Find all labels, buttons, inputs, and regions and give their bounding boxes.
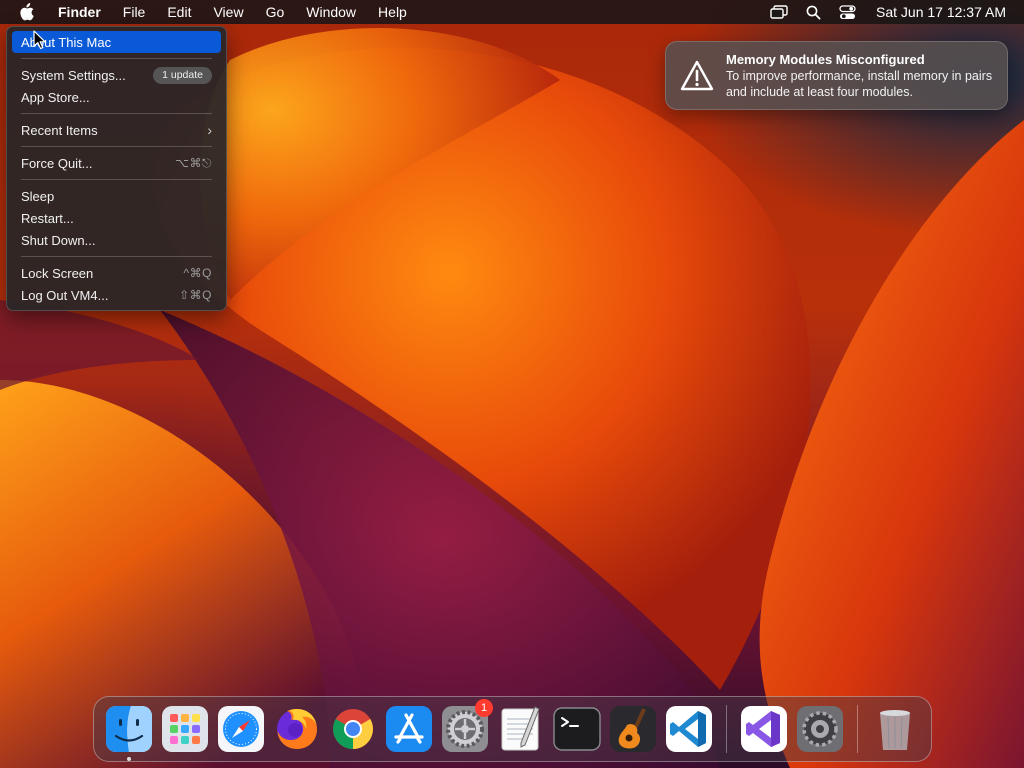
dock-system-settings[interactable]: 1 xyxy=(441,699,493,753)
menu-view[interactable]: View xyxy=(202,1,254,23)
control-center-icon[interactable] xyxy=(830,1,864,23)
visual-studio-icon xyxy=(741,706,787,752)
notification-content: Memory Modules Misconfigured To improve … xyxy=(726,52,995,100)
textedit-icon xyxy=(501,706,540,751)
menu-separator xyxy=(21,256,212,257)
keyboard-shortcut: ^⌘Q xyxy=(183,266,212,280)
notification-body: To improve performance, install memory i… xyxy=(726,69,993,99)
menu-help[interactable]: Help xyxy=(367,1,418,23)
menu-window[interactable]: Window xyxy=(295,1,367,23)
menu-item-label: Restart... xyxy=(21,210,74,226)
dock-visual-studio[interactable] xyxy=(740,705,788,753)
dock-chrome[interactable] xyxy=(329,705,377,753)
finder-icon xyxy=(106,706,152,752)
menu-file[interactable]: File xyxy=(112,1,157,23)
menu-item-label: Log Out VM4... xyxy=(21,287,109,303)
dock-safari[interactable] xyxy=(217,705,265,753)
menu-item-force-quit[interactable]: Force Quit... ⌥⌘⎋ xyxy=(12,152,221,174)
menu-item-log-out[interactable]: Log Out VM4... ⇧⌘Q xyxy=(12,284,221,306)
dock: 1 xyxy=(93,696,932,762)
dock-textedit[interactable] xyxy=(497,705,545,753)
menu-bar: Finder File Edit View Go Window Help Sat… xyxy=(0,0,1024,24)
menu-separator xyxy=(21,179,212,180)
menu-item-label: Force Quit... xyxy=(21,155,93,171)
menu-item-sleep[interactable]: Sleep xyxy=(12,185,221,207)
chrome-icon xyxy=(333,709,373,749)
keyboard-shortcut: ⌥⌘⎋ xyxy=(175,155,212,170)
menu-separator xyxy=(21,58,212,59)
menu-finder[interactable]: Finder xyxy=(47,1,112,23)
menu-bar-status-area: Sat Jun 17 12:37 AM xyxy=(762,0,1024,24)
menu-item-recent-items[interactable]: Recent Items › xyxy=(12,119,221,141)
safari-icon xyxy=(218,706,264,752)
dock-settings-gear[interactable] xyxy=(796,705,844,753)
menu-item-restart[interactable]: Restart... xyxy=(12,207,221,229)
menu-item-system-settings[interactable]: System Settings... 1 update xyxy=(12,64,221,86)
memory-notification[interactable]: Memory Modules Misconfigured To improve … xyxy=(665,41,1008,110)
dock-app-store[interactable] xyxy=(385,705,433,753)
menu-item-app-store[interactable]: App Store... xyxy=(12,86,221,108)
keyboard-shortcut: ⇧⌘Q xyxy=(179,288,212,302)
firefox-icon xyxy=(277,709,317,749)
dock-launchpad[interactable] xyxy=(161,705,209,753)
gear-icon xyxy=(797,706,843,752)
running-indicator xyxy=(127,757,131,761)
apple-menu-icon[interactable] xyxy=(15,1,37,23)
menu-go[interactable]: Go xyxy=(255,1,296,23)
menu-separator xyxy=(21,146,212,147)
apple-menu-dropdown: About This Mac System Settings... 1 upda… xyxy=(6,26,227,311)
dock-divider xyxy=(726,705,727,753)
terminal-icon xyxy=(553,707,601,751)
screen-mirroring-icon[interactable] xyxy=(762,1,796,23)
notification-title: Memory Modules Misconfigured xyxy=(726,52,925,67)
dock-firefox[interactable] xyxy=(273,705,321,753)
menu-edit[interactable]: Edit xyxy=(156,1,202,23)
menu-item-label: App Store... xyxy=(21,89,90,105)
dock-trash[interactable] xyxy=(871,705,919,753)
chevron-right-icon: › xyxy=(207,122,212,138)
dock-garageband[interactable] xyxy=(609,705,657,753)
menu-item-shut-down[interactable]: Shut Down... xyxy=(12,229,221,251)
dock-divider xyxy=(857,705,858,753)
trash-icon xyxy=(880,710,910,750)
vscode-icon xyxy=(666,706,712,752)
dock-finder[interactable] xyxy=(105,705,153,761)
garageband-icon xyxy=(610,706,656,752)
menu-item-label: Lock Screen xyxy=(21,265,94,281)
menu-item-label: Recent Items xyxy=(21,122,98,138)
menu-item-label: System Settings... xyxy=(21,67,126,83)
app-store-icon xyxy=(386,706,432,752)
menu-item-label: Sleep xyxy=(21,188,55,204)
mouse-cursor xyxy=(33,30,47,50)
notification-badge: 1 xyxy=(475,699,493,717)
warning-icon xyxy=(680,59,714,93)
menu-separator xyxy=(21,113,212,114)
menu-item-lock-screen[interactable]: Lock Screen ^⌘Q xyxy=(12,262,221,284)
dock-vscode[interactable] xyxy=(665,705,713,753)
menu-bar-clock[interactable]: Sat Jun 17 12:37 AM xyxy=(864,4,1006,20)
dock-terminal[interactable] xyxy=(553,705,601,753)
search-icon[interactable] xyxy=(796,1,830,23)
update-badge: 1 update xyxy=(153,66,212,84)
menu-item-label: Shut Down... xyxy=(21,232,96,248)
launchpad-icon xyxy=(162,706,208,752)
